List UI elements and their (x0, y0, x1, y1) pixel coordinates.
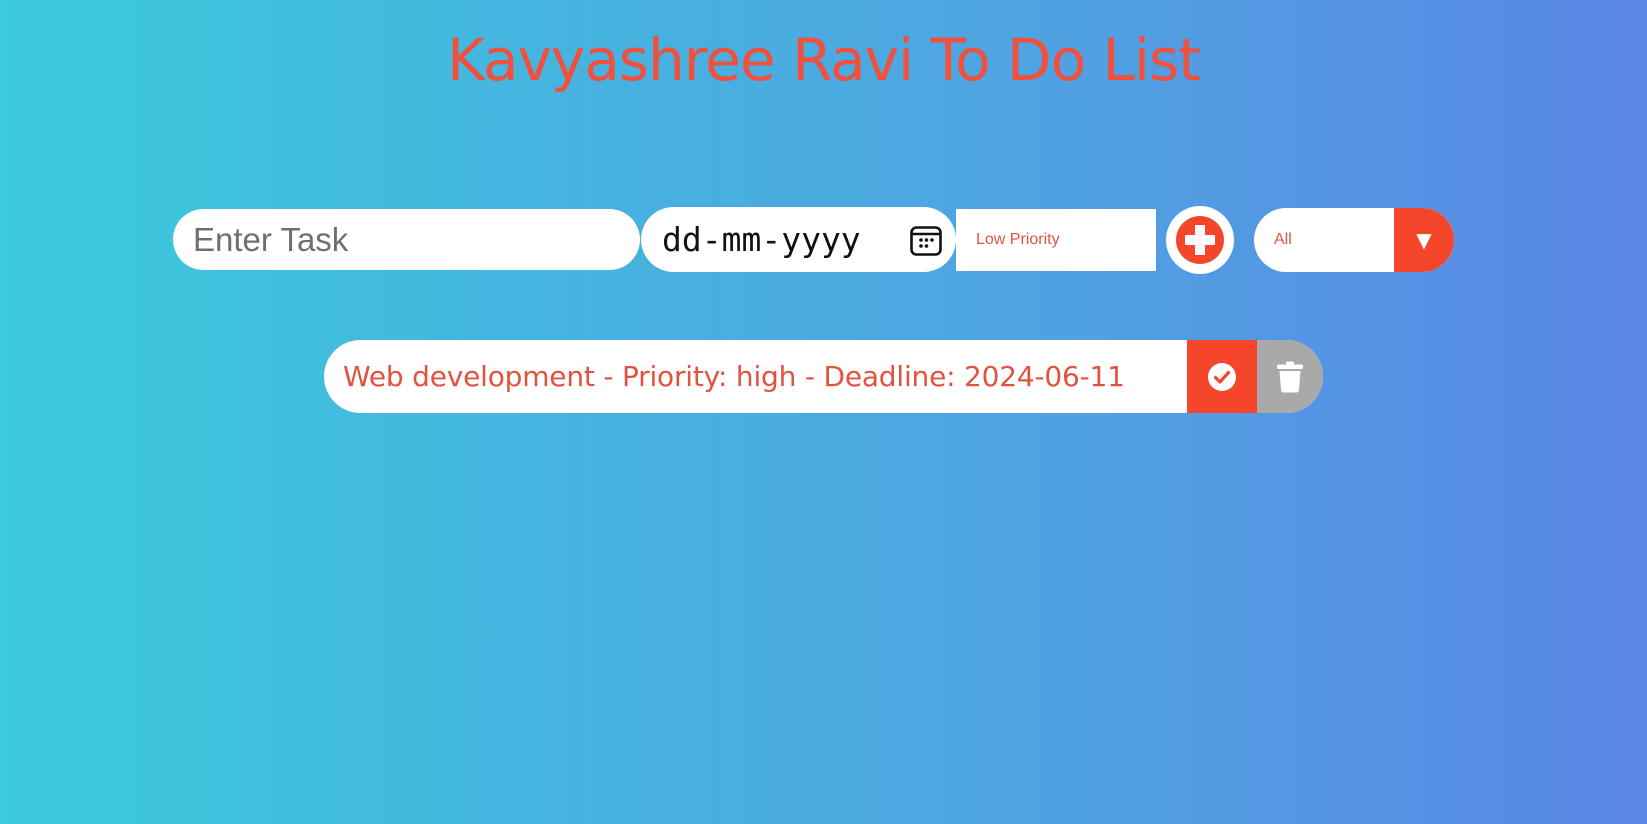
task-list-item: Web development - Priority: high - Deadl… (324, 340, 1323, 413)
page-title: Kavyashree Ravi To Do List (446, 26, 1201, 94)
task-input[interactable] (173, 209, 640, 270)
check-circle-icon (1208, 362, 1236, 391)
complete-task-button[interactable] (1187, 340, 1257, 413)
add-task-button[interactable] (1166, 206, 1234, 274)
date-placeholder: dd-mm-yyyy (662, 220, 861, 259)
filter-selected-value: All (1274, 231, 1292, 248)
delete-task-button[interactable] (1257, 340, 1323, 413)
task-text: Web development - Priority: high - Deadl… (343, 360, 1125, 393)
priority-select[interactable]: Low Priority (956, 209, 1156, 271)
priority-selected-value: Low Priority (976, 231, 1060, 248)
dropdown-arrow-icon[interactable]: ▼ (1394, 208, 1454, 272)
deadline-date-input[interactable]: dd-mm-yyyy (641, 207, 956, 272)
filter-select[interactable]: All ▼ (1254, 208, 1454, 272)
trash-icon (1277, 361, 1303, 392)
calendar-icon[interactable] (909, 223, 943, 257)
plus-circle-icon (1176, 216, 1224, 264)
